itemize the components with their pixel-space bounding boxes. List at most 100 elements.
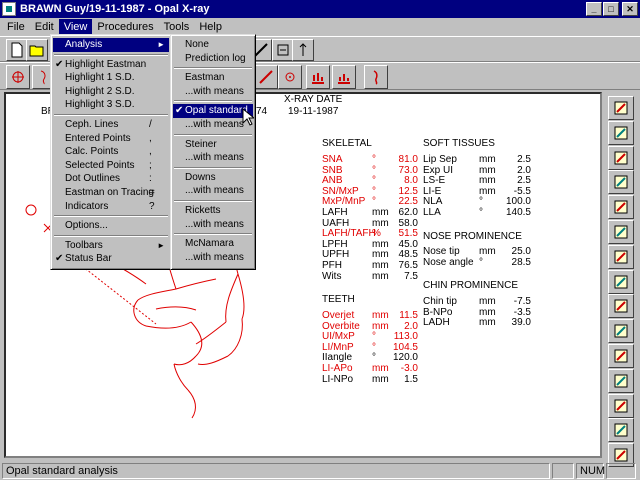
measure-value: 28.5 xyxy=(511,256,531,268)
menu-item[interactable]: ...with means xyxy=(173,151,253,165)
measure-unit: ° xyxy=(372,154,376,165)
measure-icon[interactable] xyxy=(608,319,634,344)
menu-item-label: None xyxy=(185,39,209,50)
copy-icon[interactable] xyxy=(608,220,634,244)
compare-icon[interactable] xyxy=(608,269,634,294)
checkmark-icon: ✔ xyxy=(55,58,64,70)
menu-item[interactable]: Highlight 1 S.D. xyxy=(53,71,169,85)
status-panel-empty xyxy=(552,462,574,479)
report-icon[interactable] xyxy=(608,393,634,418)
measure-unit: ° xyxy=(479,256,483,268)
right-toolbar xyxy=(606,92,636,468)
measure-name: LI/MnP xyxy=(322,341,354,353)
tool-icon[interactable] xyxy=(608,418,634,443)
tool-icon-c[interactable] xyxy=(292,39,314,61)
app-icon[interactable] xyxy=(2,2,16,16)
menu-item[interactable]: Dot Outlines: xyxy=(53,172,169,186)
graph-icon[interactable] xyxy=(608,344,634,368)
menu-item[interactable]: Calc. Points, xyxy=(53,145,169,159)
chart-up-icon[interactable] xyxy=(608,145,634,170)
analysis-icon[interactable] xyxy=(608,368,634,393)
erase-icon[interactable] xyxy=(608,96,634,120)
menu-item[interactable]: Status Bar ✔ xyxy=(53,252,169,266)
measure-name: B-NPo xyxy=(423,306,453,318)
chart-icon-b[interactable] xyxy=(332,65,356,89)
menu-item[interactable]: Steiner xyxy=(173,138,253,152)
menu-item[interactable]: Ricketts xyxy=(173,204,253,218)
menu-procedures[interactable]: Procedures xyxy=(92,19,158,35)
tool-icon-b[interactable] xyxy=(272,39,294,61)
menu-item[interactable]: McNamara xyxy=(173,237,253,251)
minimize-button[interactable]: _ xyxy=(586,2,602,16)
menu-item[interactable]: Prediction log xyxy=(173,52,253,66)
menu-help[interactable]: Help xyxy=(194,19,227,35)
document-icon[interactable] xyxy=(608,120,634,145)
teeth-title: TEETH xyxy=(322,294,355,305)
menu-item[interactable]: Entered Points, xyxy=(53,132,169,146)
measure-name: SN/MxP xyxy=(322,185,359,197)
menu-tools[interactable]: Tools xyxy=(159,19,195,35)
measure-name: Nose angle xyxy=(423,256,474,268)
menu-item[interactable]: Downs xyxy=(173,171,253,185)
menu-view[interactable]: View xyxy=(58,19,93,35)
close-button[interactable]: ✕ xyxy=(622,2,638,16)
measure-unit: ° xyxy=(372,164,376,176)
menu-item-label: Status Bar xyxy=(65,253,112,265)
measure-unit: mm xyxy=(479,246,496,257)
point-icon[interactable] xyxy=(278,65,302,89)
measure-name: SNB xyxy=(322,164,343,176)
maximize-button[interactable]: □ xyxy=(603,2,619,16)
measure-unit: ° xyxy=(372,175,376,187)
layout-icon[interactable] xyxy=(608,244,634,269)
menu-item[interactable]: Toolbars ► xyxy=(53,239,169,253)
status-text: Opal standard analysis xyxy=(2,462,550,479)
menu-item[interactable]: Highlight 3 S.D. xyxy=(53,98,169,112)
menu-item[interactable]: ...with means xyxy=(173,184,253,198)
chart-icon-a[interactable] xyxy=(306,65,330,89)
menu-item[interactable]: ...with means xyxy=(173,85,253,99)
menu-item[interactable]: Opal standard ✔ xyxy=(173,104,253,119)
menu-separator xyxy=(174,100,252,103)
menu-item[interactable]: ...with means xyxy=(173,118,253,132)
menu-item-label: ...with means xyxy=(185,119,244,130)
measure-name: UI/MxP xyxy=(322,331,355,343)
menu-item[interactable]: Options... xyxy=(53,219,169,233)
target-icon[interactable] xyxy=(6,65,30,89)
menu-item[interactable]: Highlight 2 S.D. xyxy=(53,85,169,99)
new-file-icon[interactable] xyxy=(6,39,28,61)
window-title: BRAWN Guy/19-11-1987 - Opal X-ray xyxy=(20,3,210,15)
menu-shortcut: , xyxy=(149,146,152,158)
menu-item[interactable]: Ceph. Lines / xyxy=(53,118,169,132)
chart-down-icon[interactable] xyxy=(608,170,634,195)
menu-item[interactable]: Selected Points; xyxy=(53,159,169,173)
menu-file[interactable]: File xyxy=(2,19,30,35)
measure-name: LAFH xyxy=(322,207,348,218)
measure-value: 25.0 xyxy=(511,246,531,257)
measure-value: 81.0 xyxy=(398,154,418,165)
menu-shortcut: ; xyxy=(149,159,152,171)
menu-item-label: Calc. Points xyxy=(65,146,119,158)
menu-separator xyxy=(174,166,252,169)
menu-item[interactable]: Eastman xyxy=(173,71,253,85)
status-bar: Opal standard analysis NUM xyxy=(0,461,640,480)
measure-value: 76.5 xyxy=(398,260,418,271)
measure-name: Overjet xyxy=(322,310,355,321)
face-icon[interactable] xyxy=(364,65,388,89)
grid-icon[interactable] xyxy=(608,294,634,319)
open-folder-icon[interactable] xyxy=(26,39,48,61)
menu-item-label: Eastman on Tracing xyxy=(65,187,154,198)
menu-edit[interactable]: Edit xyxy=(30,19,59,35)
menu-item[interactable]: Analysis ► xyxy=(53,38,169,52)
measure-name: SNA xyxy=(322,154,343,165)
measure-name: PFH xyxy=(322,260,342,271)
menu-item[interactable]: Highlight Eastman ✔ xyxy=(53,58,169,72)
menu-item[interactable]: Indicators? xyxy=(53,200,169,214)
menu-item[interactable]: ...with means xyxy=(173,218,253,232)
select-icon[interactable] xyxy=(608,195,634,220)
menu-item[interactable]: Eastman on Tracing = xyxy=(53,186,169,200)
measure-icon[interactable] xyxy=(254,65,278,89)
measure-value: 1.5 xyxy=(404,373,418,385)
menu-item[interactable]: ...with means xyxy=(173,251,253,265)
measure-name: ANB xyxy=(322,175,343,187)
menu-item[interactable]: None xyxy=(173,38,253,52)
